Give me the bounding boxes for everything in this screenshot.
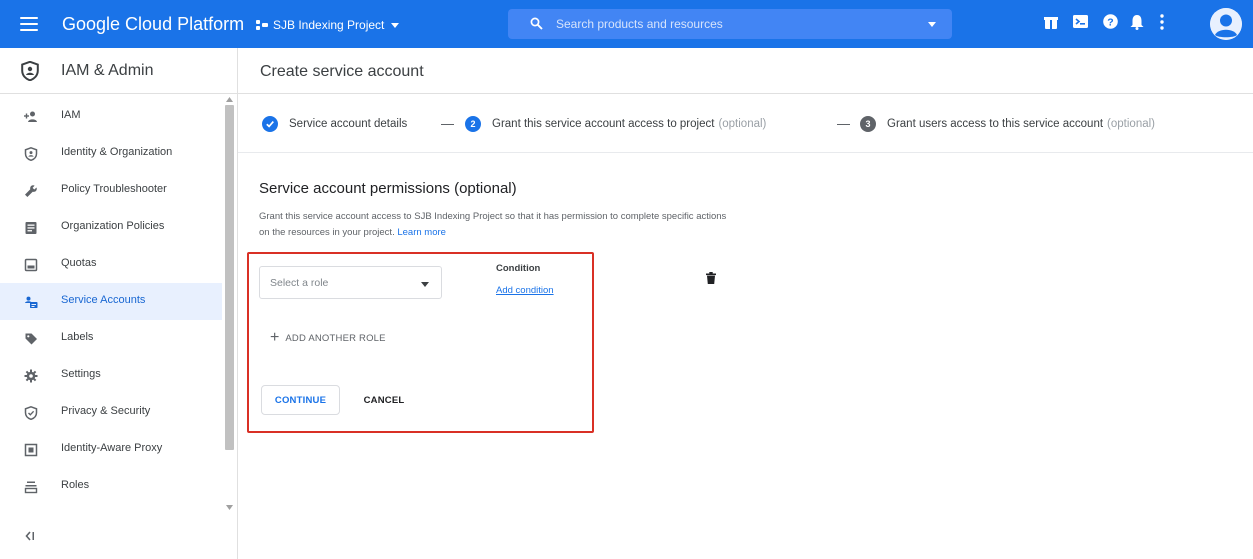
sidebar-item-quotas[interactable]: Quotas <box>0 246 222 283</box>
step-3-number: 3 <box>860 116 876 132</box>
sidebar-item-label: Settings <box>61 368 101 380</box>
add-condition-link[interactable]: Add condition <box>496 285 554 296</box>
quota-icon <box>24 258 38 272</box>
permissions-description: Grant this service account access to SJB… <box>259 209 729 241</box>
scroll-down-icon[interactable] <box>226 505 233 510</box>
sidebar-item-label: Service Accounts <box>61 294 146 306</box>
scroll-up-icon[interactable] <box>226 97 233 102</box>
sidebar-item-label: Organization Policies <box>61 220 165 232</box>
shield-person-icon <box>24 147 38 161</box>
svg-text:?: ? <box>1107 16 1113 28</box>
sidebar-item-label: Labels <box>61 331 94 343</box>
sidebar-item-identity-organization[interactable]: Identity & Organization <box>0 135 222 172</box>
sidebar-item-roles[interactable]: Roles <box>0 468 222 505</box>
delete-icon[interactable] <box>706 272 716 284</box>
more-vert-icon[interactable] <box>1160 14 1164 30</box>
step-2[interactable]: 2 Grant this service account access to p… <box>465 116 766 132</box>
stepper: Service account details 2 Grant this ser… <box>238 95 1253 153</box>
sidebar-item-settings[interactable]: Settings <box>0 357 222 394</box>
service-account-icon <box>25 296 38 308</box>
role-select-placeholder: Select a role <box>270 277 329 289</box>
check-circle-icon <box>262 116 278 132</box>
help-icon[interactable]: ? <box>1103 14 1118 29</box>
cloud-shell-icon[interactable] <box>1073 14 1088 29</box>
sidebar-item-privacy-security[interactable]: Privacy & Security <box>0 394 222 431</box>
gear-icon <box>24 369 38 383</box>
roles-icon <box>24 481 38 494</box>
collapse-sidebar-icon[interactable] <box>24 530 36 542</box>
step-1[interactable]: Service account details <box>262 116 407 132</box>
sidebar-item-policy-troubleshooter[interactable]: Policy Troubleshooter <box>0 172 222 209</box>
step-connector <box>441 124 454 125</box>
add-another-role-button[interactable]: + ADD ANOTHER ROLE <box>270 329 386 346</box>
page-title: Create service account <box>260 63 424 80</box>
sidebar-title: IAM & Admin <box>61 62 154 79</box>
content-header: Create service account <box>238 48 1253 94</box>
search-bar[interactable] <box>508 9 952 39</box>
description-text: Grant this service account access to SJB… <box>259 211 727 238</box>
scrollbar-thumb[interactable] <box>225 105 234 450</box>
label-icon <box>25 333 37 345</box>
top-app-bar: Google Cloud Platform SJB Indexing Proje… <box>0 0 1253 48</box>
brand-name[interactable]: Google Cloud Platform <box>62 14 244 35</box>
project-dots-icon <box>256 20 268 30</box>
condition-label: Condition <box>496 263 541 274</box>
project-name: SJB Indexing Project <box>273 18 385 32</box>
step-2-number: 2 <box>465 116 481 132</box>
sidebar-header: IAM & Admin <box>0 48 237 94</box>
project-selector[interactable]: SJB Indexing Project <box>256 16 400 34</box>
wrench-icon <box>25 185 37 197</box>
sidebar-item-label: IAM <box>61 109 81 121</box>
menu-icon[interactable] <box>20 17 38 31</box>
step-3-label: Grant users access to this service accou… <box>887 118 1104 130</box>
learn-more-link[interactable]: Learn more <box>397 227 446 238</box>
account-avatar[interactable] <box>1210 8 1242 40</box>
add-another-role-label: ADD ANOTHER ROLE <box>285 332 386 344</box>
step-2-optional: (optional) <box>718 118 767 130</box>
sidebar-item-label: Quotas <box>61 257 97 269</box>
document-list-icon <box>25 222 37 234</box>
sidebar-item-organization-policies[interactable]: Organization Policies <box>0 209 222 246</box>
shield-icon <box>24 406 38 420</box>
step-3[interactable]: 3 Grant users access to this service acc… <box>860 116 1155 132</box>
sidebar-item-label: Identity-Aware Proxy <box>61 442 163 454</box>
account-circle-icon <box>1210 8 1242 40</box>
sidebar-item-service-accounts[interactable]: Service Accounts <box>0 283 222 320</box>
sidebar-item-label: Identity & Organization <box>61 146 173 158</box>
iam-shield-icon <box>21 61 39 81</box>
chevron-down-icon <box>391 22 400 28</box>
step-connector <box>837 124 850 125</box>
step-3-optional: (optional) <box>1107 118 1155 130</box>
step-1-label: Service account details <box>289 118 408 130</box>
search-dropdown-icon[interactable] <box>928 22 936 27</box>
permissions-heading: Service account permissions (optional) <box>259 180 517 197</box>
sidebar-scrollbar[interactable] <box>223 95 236 515</box>
notifications-icon[interactable] <box>1130 14 1144 30</box>
sidebar-nav: IAM Identity & Organization Policy Troub… <box>0 95 237 559</box>
dropdown-arrow-icon <box>421 282 429 287</box>
continue-button[interactable]: CONTINUE <box>261 385 340 415</box>
step-2-label: Grant this service account access to pro… <box>492 118 715 130</box>
search-input[interactable] <box>556 15 916 33</box>
sidebar-item-identity-aware-proxy[interactable]: Identity-Aware Proxy <box>0 431 222 468</box>
gift-icon[interactable] <box>1044 14 1058 30</box>
sidebar-item-label: Privacy & Security <box>61 405 151 417</box>
search-icon <box>530 17 543 30</box>
sidebar-item-label: Policy Troubleshooter <box>61 183 167 195</box>
sidebar-item-label: Roles <box>61 479 90 491</box>
person-add-icon <box>24 111 37 122</box>
plus-icon: + <box>270 329 280 346</box>
sidebar-item-iam[interactable]: IAM <box>0 98 222 135</box>
proxy-icon <box>24 443 38 457</box>
cancel-button[interactable]: CANCEL <box>352 385 416 415</box>
sidebar-item-labels[interactable]: Labels <box>0 320 222 357</box>
role-select[interactable]: Select a role <box>259 266 442 299</box>
